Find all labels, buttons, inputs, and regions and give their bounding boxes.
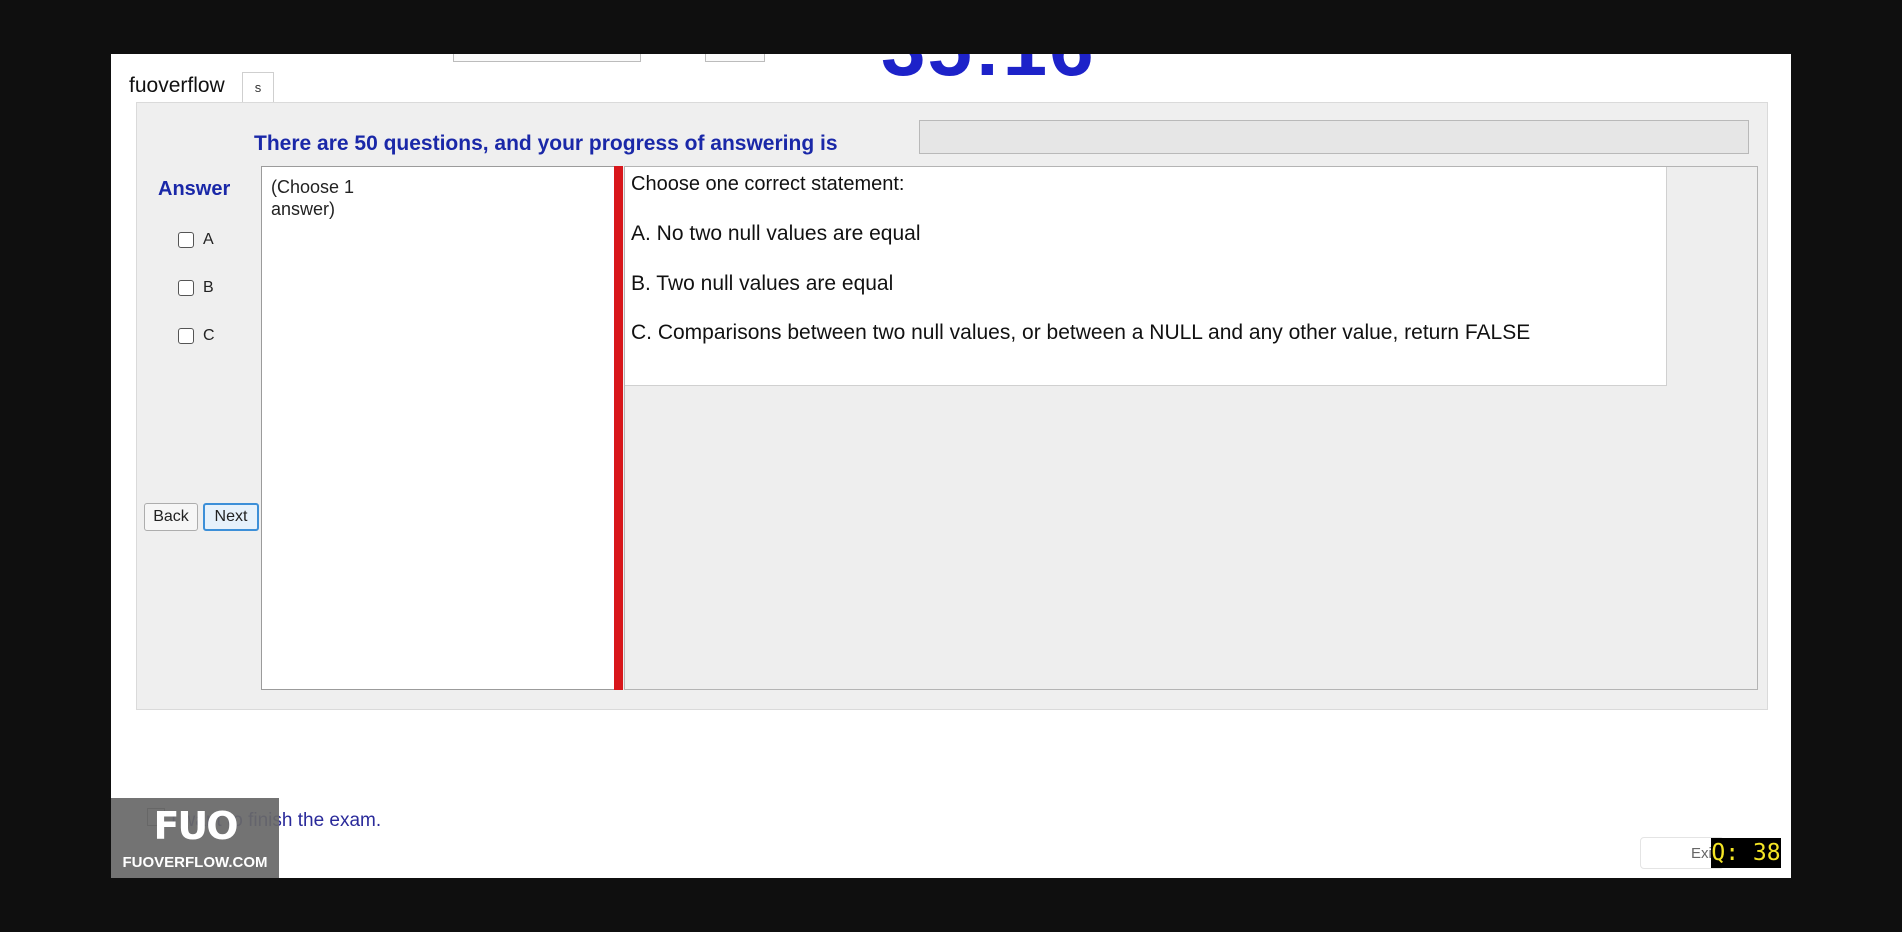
- logo-mark: FUO: [153, 804, 238, 848]
- exam-window: 35:16 fuoverflow s There are 50 question…: [111, 54, 1791, 878]
- option-label-c: C: [203, 327, 215, 344]
- exam-timer: 35:16: [881, 54, 1096, 94]
- tab-questions[interactable]: s: [242, 72, 274, 103]
- option-label-a: A: [203, 231, 214, 248]
- checkbox-b[interactable]: [178, 280, 194, 296]
- choose-hint-box: (Choose 1 answer): [261, 166, 616, 690]
- answer-option-a[interactable]: A: [178, 229, 214, 251]
- progress-bar: [919, 120, 1749, 154]
- question-option-b: B. Two null values are equal: [631, 272, 894, 295]
- next-button[interactable]: Next: [203, 503, 259, 531]
- question-number-badge: Q: 38: [1711, 838, 1781, 868]
- logo-text: FUOVERFLOW.COM: [122, 854, 268, 871]
- question-box: Choose one correct statement: A. No two …: [625, 167, 1667, 386]
- choose-hint: (Choose 1 answer): [271, 177, 355, 219]
- brand-label: fuoverflow: [129, 74, 225, 97]
- question-area: Choose one correct statement: A. No two …: [624, 166, 1758, 690]
- progress-label: There are 50 questions, and your progres…: [254, 132, 838, 155]
- panel-splitter[interactable]: [614, 166, 623, 690]
- question-option-a: A. No two null values are equal: [631, 222, 921, 245]
- top-field-right[interactable]: [705, 54, 765, 62]
- answer-heading: Answer: [158, 178, 231, 200]
- question-prompt: Choose one correct statement:: [631, 173, 905, 195]
- checkbox-a[interactable]: [178, 232, 194, 248]
- watermark-logo: FUO FUOVERFLOW.COM: [111, 798, 279, 878]
- question-option-c: C. Comparisons between two null values, …: [631, 321, 1531, 344]
- checkbox-c[interactable]: [178, 328, 194, 344]
- answer-option-c[interactable]: C: [178, 325, 215, 347]
- option-label-b: B: [203, 279, 214, 296]
- back-button[interactable]: Back: [144, 503, 198, 531]
- answer-option-b[interactable]: B: [178, 277, 214, 299]
- top-field-left[interactable]: [453, 54, 641, 62]
